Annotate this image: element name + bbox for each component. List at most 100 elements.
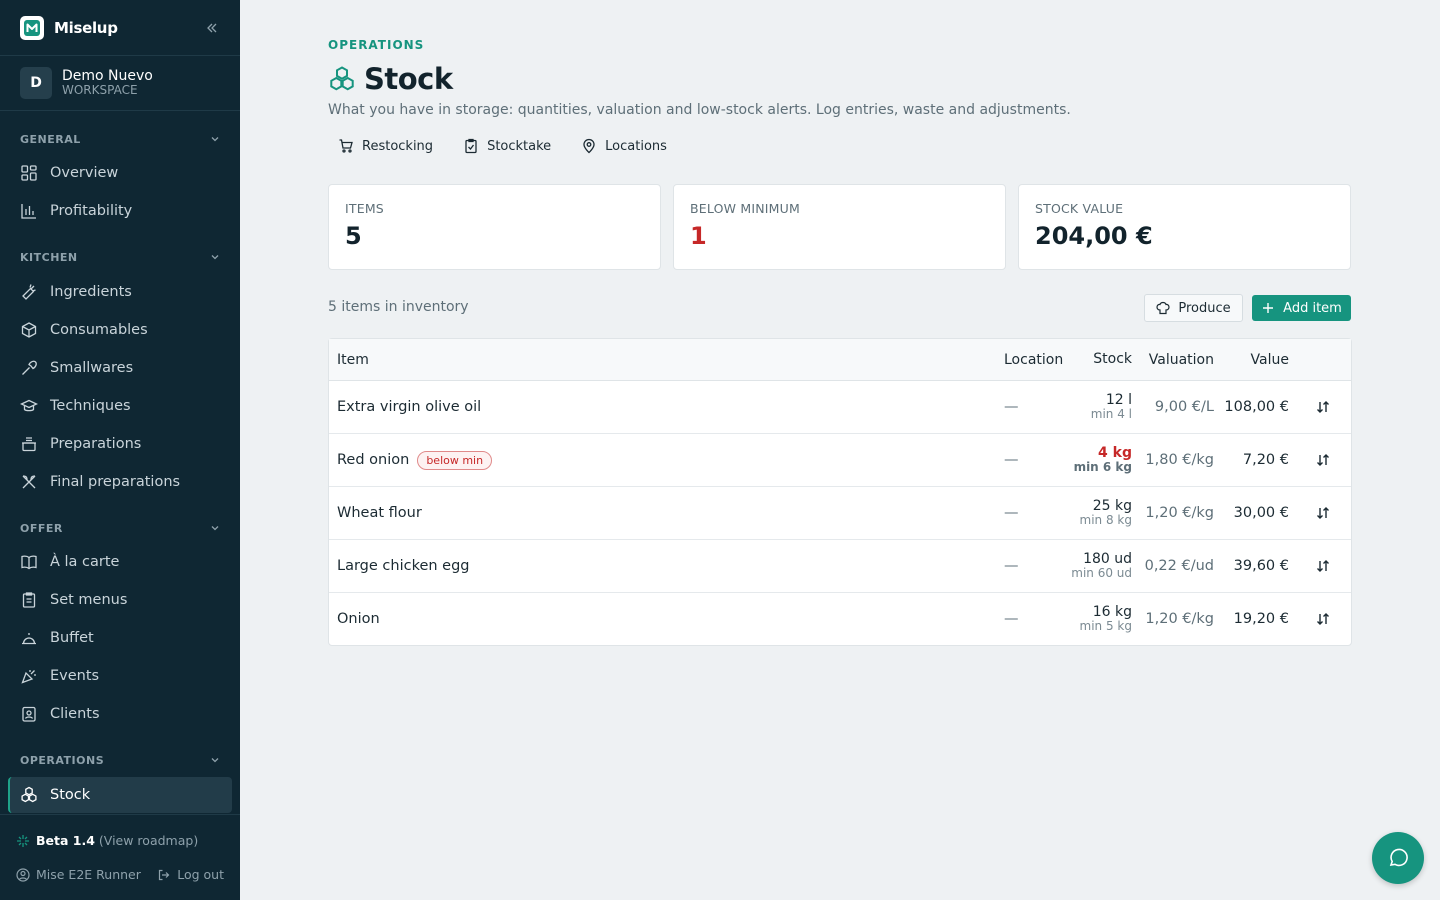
adjust-stock-icon[interactable] xyxy=(1315,399,1331,415)
adjust-stock-icon[interactable] xyxy=(1315,558,1331,574)
item-valuation: 9,00 €/L xyxy=(1154,399,1214,415)
contact-card-icon xyxy=(22,706,36,722)
item-min: min 4 l xyxy=(1090,407,1132,422)
map-pin-icon xyxy=(583,138,595,154)
adjust-stock-icon[interactable] xyxy=(1315,452,1331,468)
stock-value-card: STOCK VALUE 204,00 € xyxy=(1018,184,1351,270)
sidebar-item-events[interactable]: Events xyxy=(8,658,232,694)
sidebar-item-stock[interactable]: Stock xyxy=(8,777,232,813)
table-header: Item Location Stock Valuation Value xyxy=(329,339,1351,381)
table-row[interactable]: Extra virgin olive oil — 12 l min 4 l 9,0… xyxy=(329,381,1351,434)
brand-logo[interactable] xyxy=(20,15,44,40)
restocking-link[interactable]: Restocking xyxy=(338,136,433,156)
column-valuation[interactable]: Valuation xyxy=(1149,352,1214,368)
item-valuation: 1,20 €/kg xyxy=(1145,505,1214,521)
add-item-button[interactable]: Add item xyxy=(1252,295,1351,321)
table-row[interactable]: Wheat flour — 25 kg min 8 kg 1,20 €/kg 30… xyxy=(329,487,1351,540)
sidebar-item-techniques[interactable]: Techniques xyxy=(8,388,232,424)
sidebar: Miselup D Demo Nuevo WORKSPACE GENERAL O… xyxy=(0,0,240,900)
item-min: min 5 kg xyxy=(1079,619,1132,634)
cloche-icon xyxy=(22,633,36,645)
sidebar-item-overview[interactable]: Overview xyxy=(8,155,232,191)
locations-link[interactable]: Locations xyxy=(581,136,667,156)
sidebar-item-ingredients[interactable]: Ingredients xyxy=(8,274,232,310)
table-row[interactable]: Red onion below min — 4 kg min 6 kg 1,80 €… xyxy=(329,434,1351,487)
item-location: — xyxy=(1004,505,1019,521)
column-value[interactable]: Value xyxy=(1251,352,1289,368)
chat-support-button[interactable] xyxy=(1372,832,1424,884)
adjust-stock-icon[interactable] xyxy=(1315,505,1331,521)
sidebar-item-a-la-carte[interactable]: À la carte xyxy=(8,544,232,580)
table-row[interactable]: Onion — 16 kg min 5 kg 1,20 €/kg 19,20 € xyxy=(329,593,1351,645)
section-kitchen[interactable]: KITCHEN xyxy=(0,247,240,267)
stocktake-link[interactable]: Stocktake xyxy=(463,136,551,156)
item-name: Onion xyxy=(337,611,380,627)
collapse-sidebar-icon[interactable] xyxy=(204,20,220,36)
item-name: Wheat flour xyxy=(337,505,422,521)
plus-icon xyxy=(1263,303,1274,313)
section-offer[interactable]: OFFER xyxy=(0,518,240,538)
page-subtitle: What you have in storage: quantities, va… xyxy=(328,102,1071,118)
table-row[interactable]: Large chicken egg — 180 ud min 60 ud 0,22… xyxy=(329,540,1351,593)
item-location: — xyxy=(1004,611,1019,627)
item-location: — xyxy=(1004,399,1019,415)
item-value: 39,60 € xyxy=(1233,558,1289,574)
item-value: 30,00 € xyxy=(1233,505,1289,521)
stock-value-total: 204,00 € xyxy=(1035,222,1153,250)
section-operations[interactable]: OPERATIONS xyxy=(0,750,240,770)
sidebar-item-final-preparations[interactable]: Final preparations xyxy=(8,464,232,500)
boxes-icon xyxy=(21,786,37,803)
box-icon xyxy=(21,322,37,338)
sidebar-item-smallwares[interactable]: Smallwares xyxy=(8,350,232,386)
chat-bubble-icon xyxy=(1389,848,1408,867)
user-name[interactable]: Mise E2E Runner xyxy=(36,867,141,882)
produce-button[interactable]: Produce xyxy=(1144,294,1243,322)
workspace-avatar: D xyxy=(20,67,52,99)
column-stock[interactable]: Stock xyxy=(1093,351,1132,367)
quick-links: Restocking Stocktake Locations xyxy=(338,136,697,156)
workspace-name: Demo Nuevo xyxy=(62,67,153,84)
item-stock: 180 ud xyxy=(1083,551,1132,568)
view-roadmap-link[interactable]: (View roadmap) xyxy=(99,833,198,848)
sidebar-item-set-menus[interactable]: Set menus xyxy=(8,582,232,618)
item-min: min 60 ud xyxy=(1071,566,1132,581)
item-name: Large chicken egg xyxy=(337,558,470,574)
fork-knife-icon xyxy=(22,475,36,489)
sidebar-item-preparations[interactable]: Preparations xyxy=(8,426,232,462)
column-location[interactable]: Location xyxy=(1004,352,1063,368)
beta-version: Beta 1.4 (View roadmap) xyxy=(16,833,198,848)
cart-icon xyxy=(339,139,353,153)
sidebar-footer: Beta 1.4 (View roadmap) Mise E2E Runner … xyxy=(0,814,240,900)
page-eyebrow: OPERATIONS xyxy=(328,38,425,52)
logout-icon xyxy=(159,869,170,880)
grid-icon xyxy=(21,165,37,181)
page-title: Stock xyxy=(364,62,453,96)
workspace-type: WORKSPACE xyxy=(62,83,138,98)
item-valuation: 1,20 €/kg xyxy=(1145,611,1214,627)
section-general[interactable]: GENERAL xyxy=(0,129,240,149)
item-name: Extra virgin olive oil xyxy=(337,399,482,415)
item-stock: 16 kg xyxy=(1092,604,1132,621)
sidebar-item-profitability[interactable]: Profitability xyxy=(8,193,232,229)
workspace-switcher[interactable]: D Demo Nuevo WORKSPACE xyxy=(0,56,240,111)
graduation-cap-icon xyxy=(20,399,38,412)
chevron-down-icon xyxy=(211,526,219,531)
sidebar-item-clients[interactable]: Clients xyxy=(8,696,232,732)
sidebar-item-buffet[interactable]: Buffet xyxy=(8,620,232,656)
column-item[interactable]: Item xyxy=(337,352,369,368)
sidebar-item-consumables[interactable]: Consumables xyxy=(8,312,232,348)
clipboard-list-icon xyxy=(22,592,36,608)
item-stock: 12 l xyxy=(1105,392,1132,409)
party-popper-icon xyxy=(21,670,36,684)
item-location: — xyxy=(1004,452,1019,468)
item-valuation: 1,80 €/kg xyxy=(1145,452,1214,468)
adjust-stock-icon[interactable] xyxy=(1315,611,1331,627)
below-min-badge: below min xyxy=(417,450,493,470)
below-minimum-count: 1 xyxy=(690,222,707,250)
inventory-count: 5 items in inventory xyxy=(328,299,469,315)
chef-hat-icon xyxy=(1156,301,1170,315)
item-min: min 6 kg xyxy=(1073,460,1132,475)
below-minimum-card: BELOW MINIMUM 1 xyxy=(673,184,1006,270)
brand: Miselup xyxy=(0,0,240,56)
logout-button[interactable]: Log out xyxy=(157,867,224,882)
